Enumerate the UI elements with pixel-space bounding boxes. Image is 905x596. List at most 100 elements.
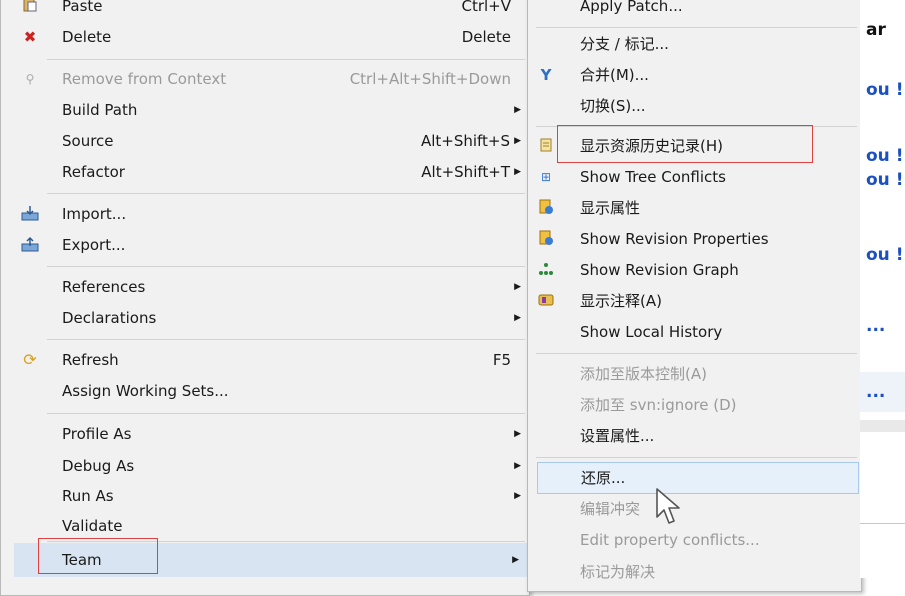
menu-item-label: Import...: [62, 205, 127, 223]
menu-item-label: 添加至 svn:ignore (D): [580, 396, 737, 414]
menu-item-show-tree-conflicts[interactable]: ⊞ Show Tree Conflicts: [528, 162, 861, 192]
menu-separator: [47, 59, 525, 60]
menu-item-show-annotation[interactable]: 显示注释(A): [528, 286, 861, 316]
menu-item-label: Show Revision Graph: [580, 261, 739, 279]
menu-item-label: Source: [62, 132, 114, 150]
menu-item-accelerator: Alt+Shift+T: [421, 163, 510, 181]
menu-item-edit-conflicts[interactable]: 编辑冲突: [528, 494, 861, 524]
mouse-cursor-icon: [654, 487, 684, 529]
menu-item-show-local-history[interactable]: Show Local History: [528, 317, 861, 347]
menu-separator: [47, 541, 525, 542]
menu-item-refresh[interactable]: ⟳ Refresh F5: [1, 345, 529, 375]
tree-conflicts-icon: ⊞: [540, 170, 552, 184]
menu-item-label: Assign Working Sets...: [62, 382, 229, 400]
menu-item-label: 合并(M)...: [580, 66, 649, 84]
menu-item-show-revision-graph[interactable]: Show Revision Graph: [528, 255, 861, 285]
menu-item-label: 切换(S)...: [580, 97, 646, 115]
menu-item-label: Apply Patch...: [580, 0, 683, 15]
menu-item-declarations[interactable]: Declarations ▶: [1, 303, 529, 333]
menu-item-assign-working-sets[interactable]: Assign Working Sets...: [1, 376, 529, 406]
menu-item-import[interactable]: Import...: [1, 199, 529, 229]
submenu-arrow-icon: ▶: [514, 282, 521, 292]
menu-item-label: 添加至版本控制(A): [580, 365, 707, 383]
menu-item-paste[interactable]: Paste Ctrl+V: [1, 0, 529, 21]
menu-item-team[interactable]: Team ▶: [14, 543, 527, 577]
export-icon: [21, 236, 39, 254]
menu-item-run-as[interactable]: Run As ▶: [1, 481, 529, 511]
menu-item-label: 编辑冲突: [580, 500, 641, 518]
refresh-icon: ⟳: [23, 350, 37, 369]
delete-icon: ✖: [23, 28, 37, 46]
menu-item-label: Show Tree Conflicts: [580, 168, 726, 186]
menu-item-label: Export...: [62, 236, 126, 254]
menu-item-label: 设置属性...: [580, 427, 655, 445]
menu-item-label: References: [62, 278, 146, 296]
menu-item-apply-patch[interactable]: Apply Patch...: [528, 0, 861, 21]
menu-item-switch[interactable]: 切换(S)...: [528, 91, 861, 121]
menu-item-label: Show Revision Properties: [580, 230, 769, 248]
menu-item-refactor[interactable]: Refactor Alt+Shift+T ▶: [1, 157, 529, 187]
menu-item-branch-tag[interactable]: 分支 / 标记...: [528, 29, 861, 59]
menu-item-label: Run As: [62, 487, 114, 505]
menu-item-delete[interactable]: ✖ Delete Delete: [1, 22, 529, 52]
menu-item-debug-as[interactable]: Debug As ▶: [1, 451, 529, 481]
menu-item-label: 显示注释(A): [580, 292, 662, 310]
menu-item-label: Profile As: [62, 425, 132, 443]
menu-item-accelerator: Alt+Shift+S: [420, 132, 510, 150]
submenu-arrow-icon: ▶: [514, 491, 521, 501]
menu-item-set-property[interactable]: 设置属性...: [528, 421, 861, 451]
menu-item-add-to-version-control[interactable]: 添加至版本控制(A): [528, 359, 861, 389]
submenu-arrow-icon: ▶: [514, 167, 521, 177]
menu-item-label: Refactor: [62, 163, 125, 181]
menu-item-edit-property-conflicts[interactable]: Edit property conflicts...: [528, 525, 861, 555]
menu-item-label: Validate: [62, 517, 123, 535]
menu-item-validate[interactable]: Validate: [1, 511, 529, 541]
editor-area: ar ou ! ou ! ou ! ou ! ... ...: [860, 0, 905, 578]
menu-item-show-resource-history[interactable]: 显示资源历史记录(H): [528, 131, 861, 161]
menu-separator: [47, 413, 525, 414]
team-submenu: Apply Patch... 分支 / 标记... Y 合并(M)... 切换(…: [527, 0, 862, 592]
menu-separator: [536, 457, 857, 458]
menu-item-merge[interactable]: Y 合并(M)...: [528, 60, 861, 90]
menu-separator: [536, 126, 857, 127]
menu-item-export[interactable]: Export...: [1, 230, 529, 260]
menu-item-label: 分支 / 标记...: [580, 35, 669, 53]
menu-item-label: Build Path: [62, 101, 138, 119]
menu-item-add-to-svn-ignore[interactable]: 添加至 svn:ignore (D): [528, 390, 861, 420]
menu-item-label: Delete: [62, 28, 112, 46]
menu-separator: [536, 27, 857, 28]
menu-item-profile-as[interactable]: Profile As ▶: [1, 419, 529, 449]
menu-item-accelerator: F5: [492, 351, 511, 369]
menu-item-label: 还原...: [581, 469, 626, 487]
menu-item-references[interactable]: References ▶: [1, 272, 529, 302]
menu-separator: [47, 339, 525, 340]
submenu-arrow-icon: ▶: [512, 555, 519, 565]
merge-icon: Y: [540, 66, 552, 84]
submenu-arrow-icon: ▶: [514, 429, 521, 439]
menu-item-label: 显示资源历史记录(H): [580, 137, 723, 155]
revision-graph-icon: [537, 261, 555, 279]
editor-text: ou !: [866, 245, 904, 265]
menu-item-accelerator: Ctrl+Alt+Shift+Down: [349, 70, 511, 88]
menu-item-accelerator: Ctrl+V: [461, 0, 511, 15]
menu-item-revert[interactable]: 还原...: [537, 462, 859, 494]
menu-item-label: Declarations: [62, 309, 157, 327]
menu-separator: [536, 353, 857, 354]
menu-item-label: Debug As: [62, 457, 135, 475]
editor-text: ou !: [866, 80, 904, 100]
menu-item-remove-from-context[interactable]: ⚲ Remove from Context Ctrl+Alt+Shift+Dow…: [1, 64, 529, 94]
menu-item-label: Show Local History: [580, 323, 723, 341]
menu-item-show-revision-properties[interactable]: Show Revision Properties: [528, 224, 861, 254]
menu-item-build-path[interactable]: Build Path ▶: [1, 95, 529, 125]
menu-item-mark-resolved[interactable]: 标记为解决: [528, 557, 861, 587]
editor-text: ...: [866, 382, 886, 402]
menu-item-label: Paste: [62, 0, 103, 15]
editor-text: ar: [866, 20, 886, 40]
menu-item-source[interactable]: Source Alt+Shift+S ▶: [1, 126, 529, 156]
editor-text: ou !: [866, 170, 904, 190]
submenu-arrow-icon: ▶: [514, 105, 521, 115]
menu-item-show-properties[interactable]: 显示属性: [528, 193, 861, 223]
menu-item-accelerator: Delete: [461, 28, 511, 46]
submenu-arrow-icon: ▶: [514, 313, 521, 323]
import-icon: [21, 205, 39, 223]
